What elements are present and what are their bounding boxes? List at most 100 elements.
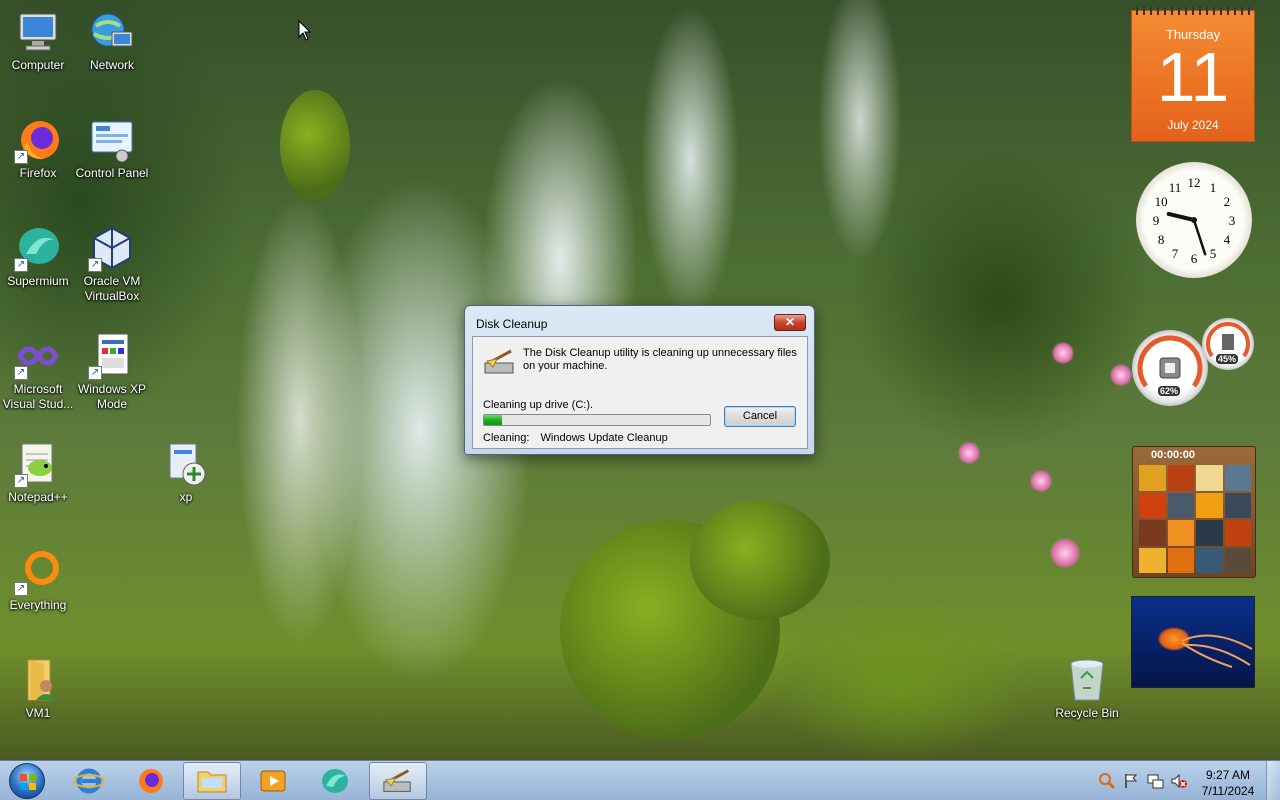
network-tray-icon[interactable]	[1146, 772, 1164, 790]
desktop-icon-label: xp	[179, 490, 193, 504]
folder-icon	[197, 771, 227, 793]
desktop-icon-supermium[interactable]: ↗ Supermium	[0, 224, 76, 289]
shortcut-arrow-icon: ↗	[88, 366, 102, 380]
desktop-icon-label: VM1	[25, 706, 51, 720]
dialog-body: The Disk Cleanup utility is cleaning up …	[472, 336, 808, 449]
progress-fill	[484, 415, 503, 425]
puzzle-tile[interactable]	[1139, 465, 1166, 491]
taskbar-explorer[interactable]	[183, 762, 241, 800]
shortcut-arrow-icon: ↗	[14, 366, 28, 380]
media-player-icon	[260, 770, 286, 792]
puzzle-tile[interactable]	[1167, 547, 1194, 573]
start-button[interactable]	[4, 762, 50, 800]
desktop-icon-label: Microsoft Visual Stud...	[2, 382, 74, 411]
puzzle-tile[interactable]	[1167, 465, 1194, 491]
clock-numeral: 6	[1191, 251, 1198, 266]
desktop-icon-control-panel[interactable]: Control Panel	[74, 116, 150, 181]
cancel-button[interactable]: Cancel	[724, 406, 796, 427]
calendar-month-year: July 2024	[1167, 118, 1219, 132]
desktop-icon-recycle-bin[interactable]: Recycle Bin	[1049, 656, 1125, 721]
control-panel-icon	[88, 116, 136, 164]
puzzle-tile[interactable]	[1139, 492, 1166, 518]
puzzle-tile[interactable]	[1196, 492, 1223, 518]
desktop-icon-label: Everything	[9, 598, 67, 612]
cpu-percent: 62%	[1158, 386, 1181, 396]
desktop-icon-virtualbox[interactable]: ↗ Oracle VM VirtualBox	[74, 224, 150, 304]
desktop-icon-firefox[interactable]: ↗ Firefox	[0, 116, 76, 181]
jellyfish-image	[1181, 634, 1253, 668]
desktop-icon-label: Windows XP Mode	[77, 382, 147, 411]
puzzle-tile[interactable]	[1224, 492, 1251, 518]
dialog-message: The Disk Cleanup utility is cleaning up …	[523, 347, 797, 372]
moss-rock	[280, 90, 350, 200]
clock-numeral: 9	[1153, 213, 1160, 228]
cpu-gauge: 62%	[1132, 330, 1208, 406]
desktop-icon-computer[interactable]: Computer	[0, 8, 76, 73]
taskbar-media-player[interactable]	[244, 762, 302, 800]
firefox-icon: ↗	[14, 116, 62, 164]
puzzle-tile[interactable]	[1224, 465, 1251, 491]
puzzle-tile[interactable]	[1224, 520, 1251, 546]
cleaning-status: Cleaning: Windows Update Cleanup	[483, 432, 668, 444]
visual-studio-icon: ↗	[14, 332, 62, 380]
desktop-icon-windows-xp-mode[interactable]: ↗ Windows XP Mode	[74, 332, 150, 412]
puzzle-tile[interactable]	[1196, 547, 1223, 573]
puzzle-tile[interactable]	[1167, 492, 1194, 518]
shortcut-arrow-icon: ↗	[14, 474, 28, 488]
memory-gauge: 45%	[1202, 318, 1254, 370]
picture-puzzle-gadget[interactable]: 00:00:00	[1132, 446, 1256, 578]
memory-percent: 45%	[1216, 354, 1239, 364]
taskbar-supermium[interactable]	[306, 762, 364, 800]
taskbar-internet-explorer[interactable]	[60, 762, 118, 800]
taskbar-date: 7/11/2024	[1201, 784, 1255, 798]
search-tray-icon[interactable]	[1098, 772, 1116, 790]
disk-cleanup-dialog: Disk Cleanup ✕ The Disk Cleanup utility …	[464, 305, 815, 455]
action-center-flag-icon[interactable]	[1122, 772, 1140, 790]
puzzle-tile[interactable]	[1139, 547, 1166, 573]
flower	[1110, 364, 1132, 386]
shortcut-arrow-icon: ↗	[14, 582, 28, 596]
desktop-icon-label: Computer	[11, 58, 65, 72]
flower	[958, 442, 980, 464]
desktop-icon-network[interactable]: Network	[74, 8, 150, 73]
desktop-icon-xp[interactable]: xp	[148, 440, 224, 505]
puzzle-tile[interactable]	[1167, 520, 1194, 546]
xp-installer-icon	[162, 440, 210, 488]
clock-face: 12 12 3 45678 9 1011	[1153, 175, 1236, 266]
show-desktop-button[interactable]	[1266, 761, 1280, 800]
shortcut-arrow-icon: ↗	[14, 150, 28, 164]
desktop-icon-label: Recycle Bin	[1055, 706, 1119, 720]
clock-numeral: 12	[1188, 175, 1201, 190]
taskbar-firefox[interactable]	[121, 762, 179, 800]
clock-numeral: 2	[1224, 194, 1231, 209]
virtualbox-icon: ↗	[88, 224, 136, 272]
supermium-icon: ↗	[14, 224, 62, 272]
clock-minute-hand	[1192, 218, 1207, 256]
desktop-icon-vm1[interactable]: VM1	[0, 656, 76, 721]
desktop-icon-notepadpp[interactable]: ↗ Notepad++	[0, 440, 76, 505]
cpu-meter-gadget[interactable]: 62% 45%	[1132, 318, 1256, 408]
clock-numeral: 7	[1172, 246, 1179, 261]
desktop-icon-everything[interactable]: ↗ Everything	[0, 548, 76, 613]
puzzle-tile[interactable]	[1139, 520, 1166, 546]
close-button[interactable]: ✕	[774, 314, 806, 331]
clock-gadget[interactable]: 12 1 2 3 4 5 6 7 8 9 10 11	[1136, 162, 1252, 278]
slideshow-gadget[interactable]	[1131, 596, 1255, 688]
desktop-icon-visual-studio[interactable]: ↗ Microsoft Visual Stud...	[0, 332, 76, 412]
disk-cleanup-icon	[383, 769, 411, 792]
calendar-binding	[1136, 7, 1250, 15]
taskbar-disk-cleanup[interactable]	[369, 762, 427, 800]
xp-mode-icon: ↗	[88, 332, 136, 380]
puzzle-tile[interactable]	[1196, 520, 1223, 546]
desktop-icon-label: Supermium	[7, 274, 69, 288]
puzzle-tile[interactable]	[1224, 547, 1251, 573]
puzzle-grid[interactable]	[1139, 465, 1251, 573]
windows-logo-icon	[9, 763, 45, 799]
volume-muted-icon[interactable]	[1170, 772, 1188, 790]
mouse-cursor	[298, 19, 312, 45]
calendar-gadget[interactable]: Thursday 11 July 2024	[1131, 7, 1255, 142]
desktop-icon-label: Firefox	[19, 166, 57, 180]
folder-user-icon	[14, 656, 62, 704]
puzzle-tile[interactable]	[1196, 465, 1223, 491]
taskbar-clock[interactable]: 9:27 AM 7/11/2024	[1194, 767, 1262, 799]
